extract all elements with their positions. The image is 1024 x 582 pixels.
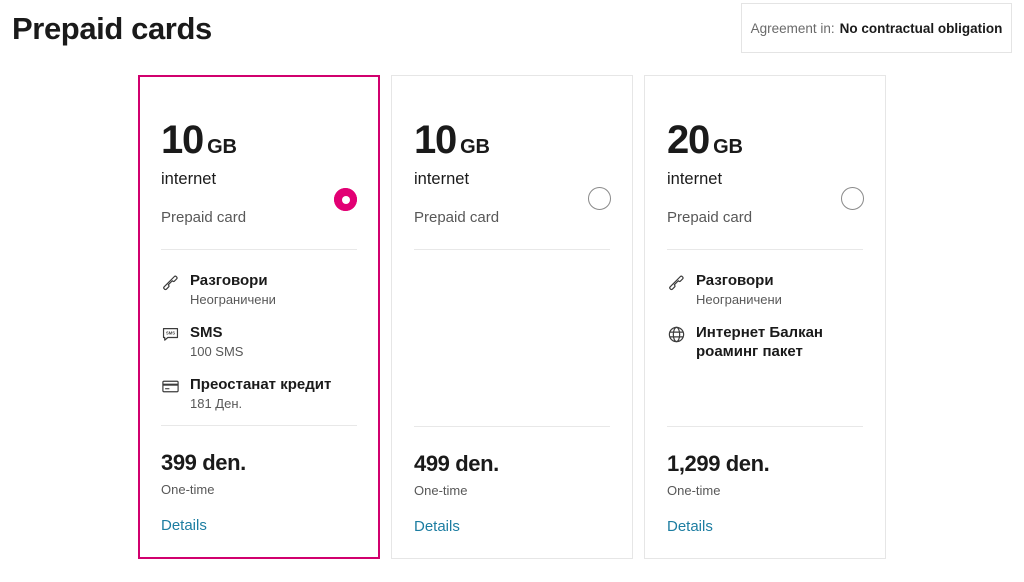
phone-icon — [161, 273, 180, 292]
plan-price-block: 1,299 den. One-time Details — [667, 427, 863, 558]
divider-top — [161, 249, 357, 250]
plan-headline: 20 GB — [667, 120, 863, 160]
plan-radio-selected[interactable] — [334, 188, 357, 211]
agreement-value: No contractual obligation — [839, 20, 1003, 36]
plan-type: Prepaid card — [667, 209, 753, 226]
phone-icon — [667, 273, 686, 292]
feature-title: SMS — [190, 324, 223, 341]
feature-item: Интернет Балкан роаминг пакет — [667, 323, 863, 361]
feature-item: SMS SMS 100 SMS — [161, 323, 357, 361]
plan-radio-unselected[interactable] — [841, 187, 864, 210]
feature-item: Разговори Неограничени — [161, 271, 357, 309]
plan-price-note: One-time — [667, 483, 721, 498]
details-link[interactable]: Details — [667, 517, 713, 536]
agreement-badge: Agreement in: No contractual obligation — [741, 3, 1012, 53]
feature-title: Преостанат кредит — [190, 376, 332, 393]
plan-headline-sub: internet — [414, 170, 470, 188]
plan-price: 399 den. — [161, 450, 246, 475]
plan-data-unit: GB — [460, 136, 490, 158]
feature-desc: 100 SMS — [190, 344, 244, 359]
page-title: Prepaid cards — [12, 11, 212, 46]
feature-desc: 181 Ден. — [190, 396, 243, 411]
plan-features — [414, 271, 610, 426]
feature-title: Интернет Балкан роаминг пакет — [696, 324, 823, 360]
plan-data-unit: GB — [207, 136, 237, 158]
plan-headline: 10 GB — [161, 120, 357, 160]
plan-card[interactable]: 10 GB internet Prepaid card Разговори Не… — [138, 75, 380, 559]
plan-card[interactable]: 20 GB internet Prepaid card Разговори Не… — [644, 75, 886, 559]
plan-type: Prepaid card — [414, 209, 500, 226]
plan-headline-sub: internet — [667, 170, 723, 188]
feature-desc: Неограничени — [190, 292, 276, 307]
credit-card-icon — [161, 377, 180, 396]
feature-item: Разговори Неограничени — [667, 271, 863, 309]
feature-item: Преостанат кредит 181 Ден. — [161, 375, 357, 413]
plan-features: Разговори Неограничени SMS SMS 100 SMS П… — [161, 271, 357, 425]
agreement-label: Agreement in: — [750, 20, 835, 36]
sms-icon: SMS — [161, 325, 180, 344]
feature-title: Разговори — [190, 272, 268, 289]
plan-card[interactable]: 10 GB internet Prepaid card 499 den. One… — [391, 75, 633, 559]
svg-text:SMS: SMS — [166, 331, 175, 336]
plan-headline: 10 GB — [414, 120, 610, 160]
plan-data-amount: 10 — [414, 118, 457, 162]
plan-price-note: One-time — [414, 483, 468, 498]
prepaid-cards-list: 10 GB internet Prepaid card Разговори Не… — [138, 75, 886, 559]
plan-price-note: One-time — [161, 482, 215, 497]
plan-price: 499 den. — [414, 451, 499, 476]
plan-price-block: 499 den. One-time Details — [414, 427, 610, 558]
feature-desc: Неограничени — [696, 292, 782, 307]
plan-data-unit: GB — [713, 136, 743, 158]
plan-features: Разговори Неограничени Интернет Балкан р… — [667, 271, 863, 426]
plan-headline-sub: internet — [161, 170, 217, 188]
plan-price-block: 399 den. One-time Details — [161, 426, 357, 557]
plan-radio-unselected[interactable] — [588, 187, 611, 210]
globe-icon — [667, 325, 686, 344]
plan-price: 1,299 den. — [667, 451, 770, 476]
details-link[interactable]: Details — [414, 517, 460, 536]
plan-type: Prepaid card — [161, 209, 247, 226]
divider-top — [667, 249, 863, 250]
divider-top — [414, 249, 610, 250]
plan-data-amount: 20 — [667, 118, 710, 162]
feature-title: Разговори — [696, 272, 774, 289]
plan-data-amount: 10 — [161, 118, 204, 162]
details-link[interactable]: Details — [161, 516, 207, 535]
prepaid-cards-page: Prepaid cards Agreement in: No contractu… — [0, 0, 1024, 582]
